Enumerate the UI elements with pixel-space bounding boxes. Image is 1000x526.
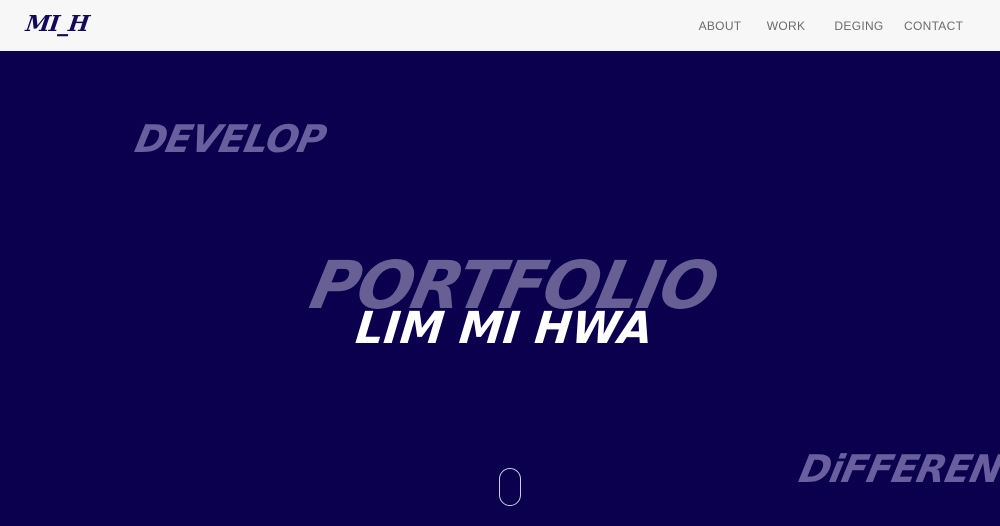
decor-word-develop: DEVELOP bbox=[131, 117, 330, 161]
hero-name-title: LIM MI HWA bbox=[353, 303, 656, 354]
nav-item-deging[interactable]: DEGING bbox=[834, 19, 884, 33]
nav-item-contact[interactable]: CONTACT bbox=[904, 19, 963, 33]
top-navbar: MI_H ABOUT WORK DEGING CONTACT bbox=[0, 0, 1000, 51]
nav-item-about[interactable]: ABOUT bbox=[698, 19, 742, 33]
decor-word-different: DiFFERENT bbox=[795, 447, 1000, 491]
site-logo[interactable]: MI_H bbox=[24, 11, 90, 37]
nav-item-work[interactable]: WORK bbox=[766, 19, 806, 33]
mouse-scroll-icon[interactable] bbox=[499, 468, 521, 506]
hero-section: DEVELOP PORTFOLIO DiFFERENT LIM MI HWA bbox=[0, 51, 1000, 526]
